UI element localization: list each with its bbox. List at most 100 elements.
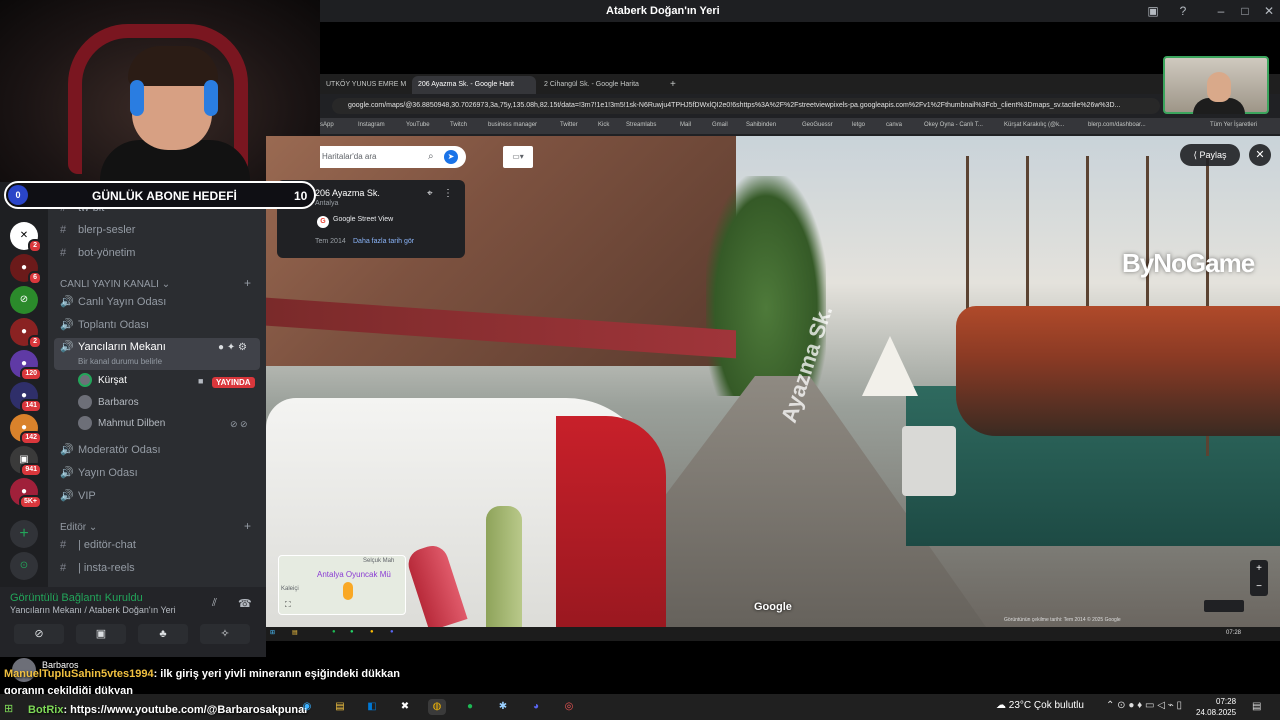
category-editor[interactable]: Editör ⌄ xyxy=(60,522,97,533)
activity-button[interactable]: ♣ xyxy=(138,624,188,644)
discord-icon[interactable]: ● xyxy=(390,629,394,635)
server-icon[interactable]: ▣ 941 xyxy=(10,446,42,477)
voice-location[interactable]: Yancıların Mekanı / Ataberk Doğan'ın Yer… xyxy=(10,605,176,615)
system-clock[interactable]: 07:28 24.08.2025 xyxy=(1196,696,1236,718)
notification-icon[interactable]: ▤ xyxy=(1252,701,1261,712)
bookmark[interactable]: business manager xyxy=(488,122,537,128)
bookmark[interactable]: Okey Oyna - Canlı T... xyxy=(924,122,983,128)
bookmark[interactable]: YouTube xyxy=(406,122,430,128)
more-options-icon[interactable]: ⋮ xyxy=(443,188,453,199)
maps-search-box[interactable]: Haritalar'da ara ⌕ ➤ xyxy=(320,146,466,168)
bookmark[interactable]: letgo xyxy=(852,122,865,128)
bookmark[interactable]: Kürşat Karakılıç (@k... xyxy=(1004,122,1064,128)
whatsapp-icon[interactable]: ● xyxy=(350,629,354,635)
bookmark[interactable]: Kick xyxy=(598,122,609,128)
disconnect-icon[interactable]: ☎ xyxy=(238,597,252,610)
close-window-icon[interactable]: ✕ xyxy=(1262,4,1276,18)
bookmark[interactable]: Twitter xyxy=(560,122,578,128)
channel-chat-icon[interactable]: ● ✦ ⚙ xyxy=(218,342,247,353)
voice-user[interactable]: Barbaros xyxy=(78,393,139,413)
channel-bot[interactable]: # bot-yönetim xyxy=(60,243,135,263)
street-view-thumbnails[interactable] xyxy=(1204,600,1244,612)
screen-share-button[interactable]: ▣ xyxy=(76,624,126,644)
voice-status[interactable]: Görüntülü Bağlantı Kuruldu xyxy=(10,592,143,604)
explorer-icon[interactable]: ▤ xyxy=(331,699,349,715)
server-icon[interactable]: ● 6 xyxy=(10,254,42,285)
server-icon[interactable]: ● 2 xyxy=(10,318,42,349)
voice-channel-vip[interactable]: 🔊 VIP xyxy=(60,486,96,506)
tray-icons[interactable]: ⌃ ⊙ ● ♦ ▭ ◁ ⌁ ▯ xyxy=(1106,700,1182,711)
server-icon[interactable]: ● 5K+ xyxy=(10,478,42,509)
voice-channel-live[interactable]: 🔊 Canlı Yayın Odası xyxy=(60,292,166,312)
category-live[interactable]: CANLI YAYIN KANALI ⌄ xyxy=(60,279,170,290)
inbox-icon[interactable]: ▣ xyxy=(1146,4,1160,18)
server-icon[interactable]: ● 142 xyxy=(10,414,42,445)
windows-icon[interactable]: ⊞ xyxy=(270,629,275,636)
voice-user[interactable]: Kürşat xyxy=(78,371,127,391)
mini-map[interactable]: Selçuk Mah Antalya Oyuncak Mü Kaleiçi ⛶ xyxy=(278,555,406,615)
explore-icon[interactable]: ⊙ xyxy=(10,552,38,580)
maximize-icon[interactable]: □ xyxy=(1238,4,1252,18)
chrome-icon[interactable]: ● xyxy=(370,629,374,635)
zoom-out-icon[interactable]: − xyxy=(1250,578,1268,596)
server-icon[interactable]: ● 120 xyxy=(10,350,42,381)
bookmark[interactable]: blerp.com/dashboar... xyxy=(1088,122,1146,128)
zoom-controls[interactable]: + − xyxy=(1250,560,1268,596)
add-channel-icon[interactable]: + xyxy=(244,519,251,533)
browser-tab[interactable]: 2 Cihangül Sk. - Google Harita xyxy=(538,76,662,94)
bookmark[interactable]: GeoGuessr xyxy=(802,122,833,128)
spotify-icon[interactable]: ● xyxy=(332,629,336,635)
bookmark[interactable]: canva xyxy=(886,122,902,128)
share-button[interactable]: ⟨ Paylaş xyxy=(1180,144,1240,166)
zoom-in-icon[interactable]: + xyxy=(1250,560,1268,578)
voice-channel-moderator[interactable]: 🔊 Moderatör Odası xyxy=(60,440,161,460)
channel-status[interactable]: Bir kanal durumu belirle xyxy=(78,357,162,366)
more-dates-link[interactable]: Daha fazla tarih gör xyxy=(353,238,414,245)
server-icon[interactable]: ⊘ xyxy=(10,286,38,314)
spotify-icon[interactable]: ● xyxy=(461,699,479,715)
server-icon[interactable]: ● 141 xyxy=(10,382,42,413)
browser-tab[interactable]: UTKÖY YUNUS EMRE M xyxy=(320,76,412,94)
discord-icon[interactable]: ◕ xyxy=(527,699,545,715)
minimize-icon[interactable]: – xyxy=(1214,4,1228,18)
voice-user[interactable]: Mahmut Dilben xyxy=(78,414,165,434)
new-tab-icon[interactable]: + xyxy=(664,76,680,94)
voice-channel-meeting[interactable]: 🔊 Toplantı Odası xyxy=(60,315,149,335)
weather-widget[interactable]: ☁ 23°C Çok bulutlu xyxy=(996,700,1084,711)
add-server-icon[interactable]: + xyxy=(10,520,38,548)
outlook-icon[interactable]: ◧ xyxy=(363,699,381,715)
bookmark[interactable]: sApp xyxy=(320,122,334,128)
bookmark[interactable]: Mail xyxy=(680,122,691,128)
edge-icon[interactable]: ◉ xyxy=(298,699,316,715)
add-channel-icon[interactable]: + xyxy=(244,276,251,290)
channel-insta[interactable]: # | insta-reels xyxy=(60,558,135,578)
channel-blerp[interactable]: # blerp-sesler xyxy=(60,220,135,240)
bookmark[interactable]: Instagram xyxy=(358,122,385,128)
pin-icon[interactable]: ⌖ xyxy=(427,188,433,199)
bookmark[interactable]: Twitch xyxy=(450,122,467,128)
directions-icon[interactable]: ➤ xyxy=(444,150,458,164)
expand-map-icon[interactable]: ⛶ xyxy=(285,600,291,610)
chrome-icon[interactable]: ◍ xyxy=(428,699,446,715)
bookmark[interactable]: Gmail xyxy=(712,122,728,128)
bookmark[interactable]: Sahibinden xyxy=(746,122,776,128)
tool-icon[interactable]: ✖ xyxy=(396,699,414,715)
folder-icon[interactable]: ▤ xyxy=(292,629,298,636)
camera-off-button[interactable]: ⊘ xyxy=(14,624,64,644)
search-input[interactable]: Haritalar'da ara xyxy=(322,152,376,161)
address-bar[interactable]: google.com/maps/@36.8850948,30.7026973,3… xyxy=(332,98,1160,114)
obs-icon[interactable]: ◎ xyxy=(560,699,578,715)
channel-editor-chat[interactable]: # | editör-chat xyxy=(60,535,136,555)
soundboard-button[interactable]: ✧ xyxy=(200,624,250,644)
all-bookmarks[interactable]: Tüm Yer İşaretleri xyxy=(1210,122,1257,128)
help-icon[interactable]: ? xyxy=(1176,4,1190,18)
browser-tab-active[interactable]: 206 Ayazma Sk. - Google Harit xyxy=(412,76,536,94)
noise-icon[interactable]: ⫽ xyxy=(212,597,217,610)
app-icon[interactable]: ✱ xyxy=(494,699,512,715)
close-street-view-icon[interactable]: ✕ xyxy=(1249,144,1271,166)
bookmark[interactable]: Streamlabs xyxy=(626,122,656,128)
voice-channel-broadcast[interactable]: 🔊 Yayın Odası xyxy=(60,463,138,483)
layers-dropdown-icon[interactable]: ▭▾ xyxy=(503,146,533,168)
search-icon[interactable]: ⌕ xyxy=(428,146,434,168)
server-icon[interactable]: ✕ 2 xyxy=(10,222,42,253)
